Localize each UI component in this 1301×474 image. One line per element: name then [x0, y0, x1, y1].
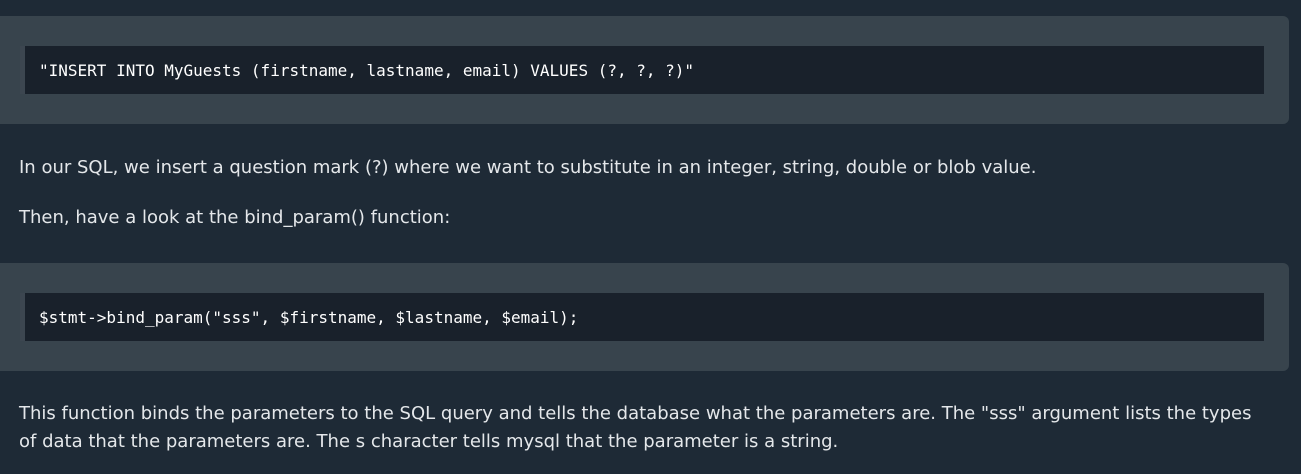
- explanation-paragraph: Then, have a look at the bind_param() fu…: [19, 207, 451, 228]
- explanation-paragraph: This function binds the parameters to th…: [19, 403, 1252, 452]
- code-block: "INSERT INTO MyGuests (firstname, lastna…: [20, 46, 1264, 94]
- code-block: $stmt->bind_param("sss", $firstname, $la…: [20, 293, 1264, 341]
- code-example-panel: $stmt->bind_param("sss", $firstname, $la…: [0, 263, 1289, 371]
- code-text: "INSERT INTO MyGuests (firstname, lastna…: [39, 60, 695, 80]
- explanation-paragraph: In our SQL, we insert a question mark (?…: [19, 157, 1037, 178]
- code-text: $stmt->bind_param("sss", $firstname, $la…: [39, 307, 579, 327]
- code-example-panel: "INSERT INTO MyGuests (firstname, lastna…: [0, 16, 1289, 124]
